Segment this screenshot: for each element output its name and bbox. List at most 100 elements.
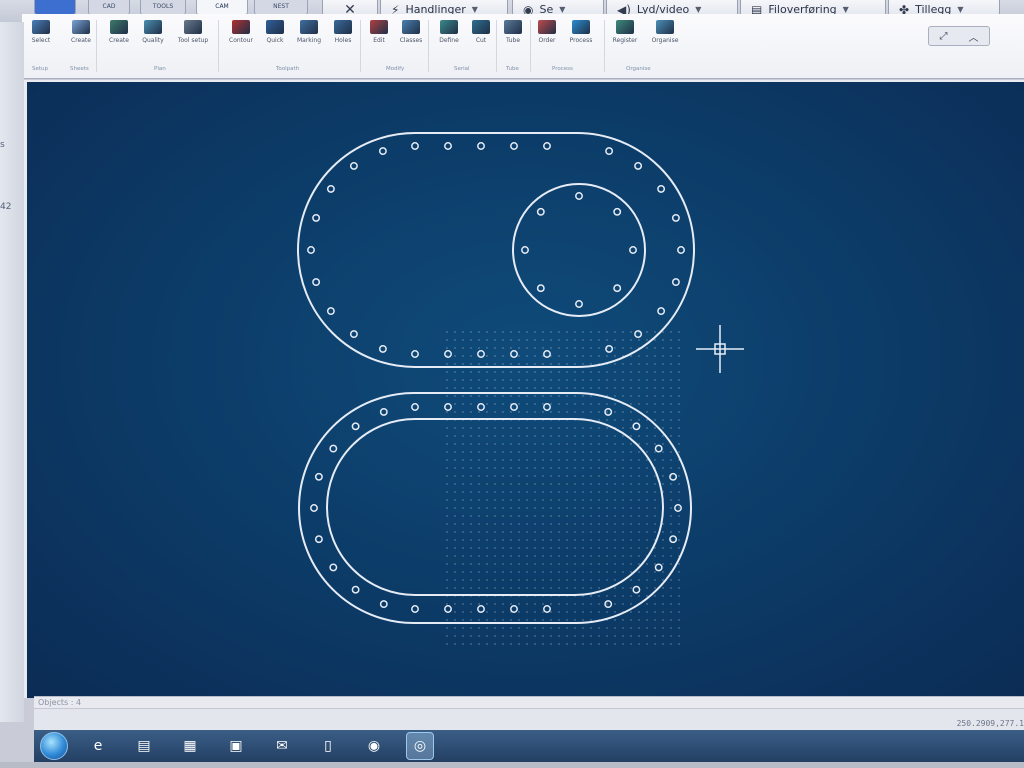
tool-create-plan[interactable]: Create [104,20,134,44]
bolt-hole[interactable] [632,422,641,431]
tool-tube[interactable]: Tube [498,20,528,44]
bolt-hole[interactable] [329,444,338,453]
bolt-hole[interactable] [411,605,419,613]
bolt-hole[interactable] [521,246,529,254]
taskbar-remote-desktop[interactable]: ◎ [406,732,434,760]
app-tab-0[interactable] [34,0,76,15]
tool-quick[interactable]: Quick [260,20,290,44]
bottom-part-inner-outline[interactable] [326,418,664,596]
tool-holes[interactable]: Holes [328,20,358,44]
bolt-hole[interactable] [411,350,419,358]
bolt-hole[interactable] [604,600,613,609]
bolt-hole[interactable] [575,192,583,200]
top-part-inner-circle[interactable] [512,183,646,317]
bolt-hole[interactable] [314,535,323,544]
command-line[interactable]: Objects : 4 [34,696,1024,708]
bolt-hole[interactable] [575,300,583,308]
bolt-hole[interactable] [510,605,518,613]
tool-quality[interactable]: Quality [138,20,168,44]
collapse-up-icon[interactable]: ︿ [969,29,979,44]
app-tab-tools[interactable]: TOOLS [140,0,186,15]
bolt-hole[interactable] [632,585,641,594]
fullscreen-icon[interactable]: ⤢ [940,31,948,42]
top-part-outline[interactable] [297,132,695,368]
taskbar-mail[interactable]: ✉ [268,732,296,760]
bolt-hole[interactable] [605,147,614,156]
bolt-hole[interactable] [349,330,358,339]
tool-create-sheet[interactable]: Create [66,20,96,44]
bolt-hole[interactable] [477,403,485,411]
bolt-hole[interactable] [312,213,321,222]
bolt-hole[interactable] [605,344,614,353]
tool-order[interactable]: Order [532,20,562,44]
bolt-hole[interactable] [329,563,338,572]
app-tab-nest[interactable]: NEST [254,0,308,15]
bolt-hole[interactable] [671,278,680,287]
taskbar-folder[interactable]: ▤ [130,732,158,760]
bolt-hole[interactable] [326,184,335,193]
bolt-hole[interactable] [351,585,360,594]
tool-organise[interactable]: Organise [650,20,680,44]
bolt-hole[interactable] [379,600,388,609]
bolt-hole[interactable] [307,246,315,254]
bolt-hole[interactable] [536,284,545,293]
bolt-hole[interactable] [669,535,678,544]
bolt-hole[interactable] [543,605,551,613]
start-button[interactable] [40,732,68,760]
bolt-hole[interactable] [674,504,682,512]
bolt-hole[interactable] [444,350,452,358]
bolt-hole[interactable] [477,350,485,358]
bolt-hole[interactable] [669,472,678,481]
taskbar-usb-drive[interactable]: ▯ [314,732,342,760]
bolt-hole[interactable] [543,142,551,150]
bolt-hole[interactable] [543,403,551,411]
bolt-hole[interactable] [444,605,452,613]
bolt-hole[interactable] [444,403,452,411]
tool-contour[interactable]: Contour [226,20,256,44]
bolt-hole[interactable] [477,142,485,150]
bolt-hole[interactable] [510,142,518,150]
bolt-hole[interactable] [477,605,485,613]
bolt-hole[interactable] [634,330,643,339]
bolt-hole[interactable] [312,278,321,287]
bolt-hole[interactable] [543,350,551,358]
bolt-hole[interactable] [314,472,323,481]
bolt-hole[interactable] [444,142,452,150]
tool-select[interactable]: Select [26,20,56,44]
bolt-hole[interactable] [657,307,666,316]
bolt-hole[interactable] [634,161,643,170]
bolt-hole[interactable] [510,403,518,411]
tool-process[interactable]: Process [566,20,596,44]
bolt-hole[interactable] [379,407,388,416]
tool-classes[interactable]: Classes [396,20,426,44]
taskbar-cad-app[interactable]: ▣ [222,732,250,760]
bolt-hole[interactable] [657,184,666,193]
bolt-hole[interactable] [654,563,663,572]
taskbar-chrome[interactable]: ◉ [360,732,388,760]
bolt-hole[interactable] [411,403,419,411]
drawing-canvas[interactable] [24,80,1024,698]
bolt-hole[interactable] [677,246,685,254]
bolt-hole[interactable] [629,246,637,254]
bolt-hole[interactable] [654,444,663,453]
bolt-hole[interactable] [613,284,622,293]
tool-register[interactable]: Register [610,20,640,44]
bolt-hole[interactable] [351,422,360,431]
bolt-hole[interactable] [411,142,419,150]
bolt-hole[interactable] [349,161,358,170]
bolt-hole[interactable] [378,344,387,353]
bolt-hole[interactable] [510,350,518,358]
app-tab-cam[interactable]: CAM [196,0,248,15]
tool-marking[interactable]: Marking [294,20,324,44]
bolt-hole[interactable] [326,307,335,316]
bolt-hole[interactable] [536,207,545,216]
bolt-hole[interactable] [671,213,680,222]
bolt-hole[interactable] [378,147,387,156]
bolt-hole[interactable] [310,504,318,512]
app-tab-cad[interactable]: CAD [88,0,130,15]
bolt-hole[interactable] [604,407,613,416]
taskbar-internet-explorer[interactable]: e [84,732,112,760]
tool-tool-setup[interactable]: Tool setup [178,20,208,44]
taskbar-app-window[interactable]: ▦ [176,732,204,760]
bolt-hole[interactable] [613,207,622,216]
